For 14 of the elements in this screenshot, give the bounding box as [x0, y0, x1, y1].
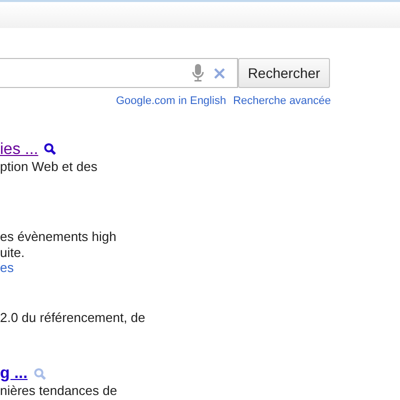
link[interactable]: Google.com in English	[116, 93, 226, 110]
result-link[interactable]: es	[0, 260, 14, 276]
result-title-link[interactable]: g ...	[0, 364, 28, 383]
search-button[interactable]: Rechercher	[238, 58, 330, 88]
search-icon[interactable]	[44, 143, 56, 155]
search-field[interactable]	[0, 58, 238, 88]
link[interactable]: Recherche avancée	[233, 93, 331, 110]
microphone-icon[interactable]	[192, 64, 204, 82]
result-snippet: nières tendances de	[0, 383, 118, 398]
result-snippet: ption Web et des	[0, 158, 98, 174]
close-icon[interactable]	[214, 68, 225, 78]
result-snippet: es évènements high uite.	[0, 229, 118, 260]
result-snippet: 2.0 du référencement, de	[0, 310, 146, 325]
result-title-link[interactable]: ies ...	[0, 140, 38, 158]
